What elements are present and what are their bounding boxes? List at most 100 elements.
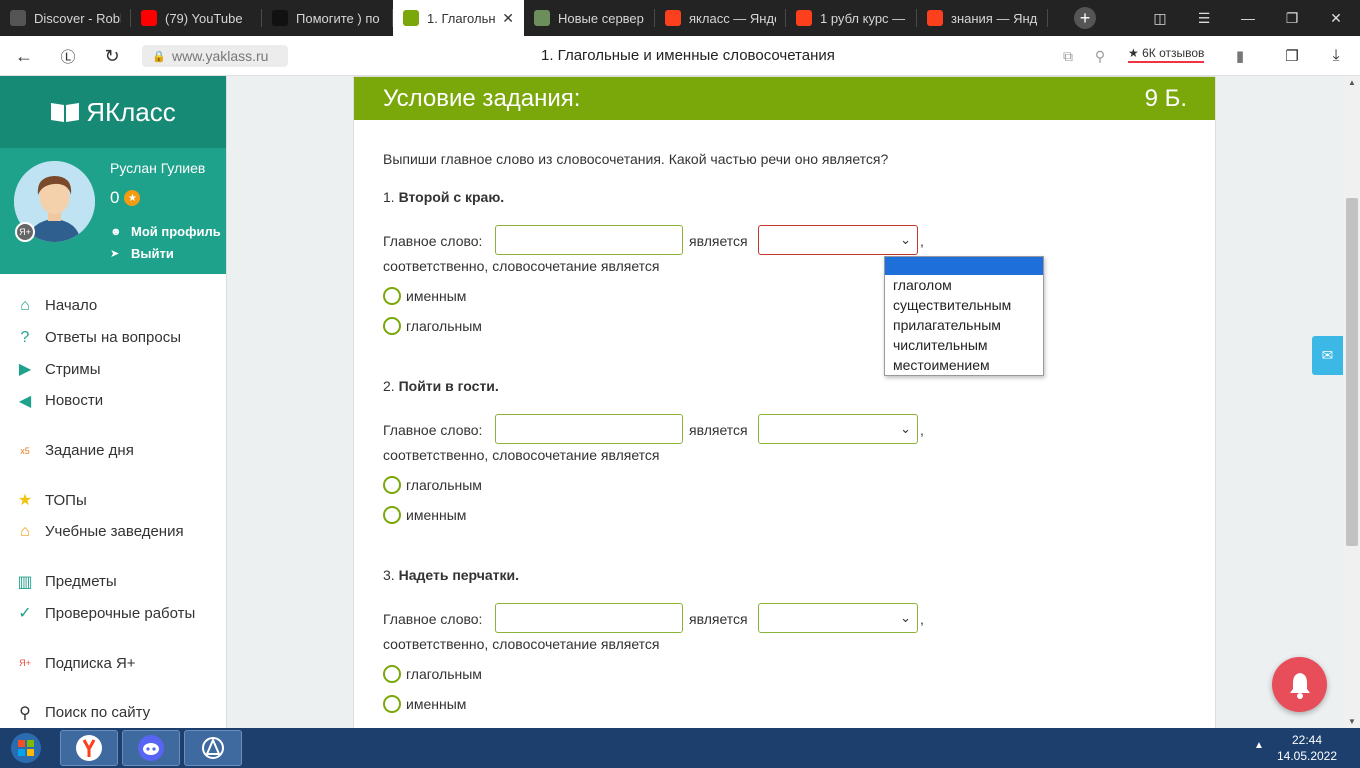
profile-link-label: Мой профиль	[131, 224, 221, 239]
logout-link[interactable]: ➤ Выйти	[110, 246, 174, 261]
comma-label: ,	[920, 233, 924, 249]
browser-tab[interactable]: Новые сервер	[524, 0, 655, 36]
browser-tab[interactable]: Discover - Roblox	[0, 0, 131, 36]
dropdown-option[interactable]	[885, 257, 1043, 275]
radio-label: именным	[406, 696, 467, 712]
system-clock[interactable]: 22:44 14.05.2022	[1272, 732, 1342, 764]
part-of-speech-select[interactable]: ⌄	[758, 225, 918, 255]
main-word-input[interactable]	[495, 414, 683, 444]
sidebar-item-label: ТОПы	[45, 491, 87, 509]
menu-icon[interactable]: ☰	[1182, 0, 1226, 36]
collections-icon[interactable]: ❐	[1280, 44, 1304, 68]
user-name[interactable]: Руслан Гулиев	[110, 160, 205, 176]
browser-tab[interactable]: Помогите ) по	[262, 0, 393, 36]
scroll-down-icon[interactable]: ▼	[1348, 717, 1356, 726]
sidebar-item[interactable]: ⚲ Поиск по сайту	[0, 697, 226, 729]
browser-tab[interactable]: знания — Янде	[917, 0, 1048, 36]
clock-date: 14.05.2022	[1276, 749, 1338, 763]
radio-option[interactable]: глагольным	[383, 317, 482, 335]
search-page-icon[interactable]: ⚲	[1088, 44, 1112, 68]
is-label: является	[689, 611, 748, 627]
radio-option[interactable]: глагольным	[383, 476, 482, 494]
taskbar-yandex-browser[interactable]	[60, 730, 118, 766]
sidebar-item[interactable]: ✓ Проверочные работы	[0, 598, 226, 630]
yandex-icon	[927, 10, 943, 26]
main-word-input[interactable]	[495, 225, 683, 255]
is-label: является	[689, 422, 748, 438]
sidebar-item[interactable]: ★ ТОПы	[0, 484, 226, 516]
dropdown-option[interactable]: глаголом	[885, 275, 1043, 295]
browser-tab[interactable]: 1 рубл курс —	[786, 0, 917, 36]
clock-time: 22:44	[1291, 733, 1323, 747]
dropdown-option[interactable]: прилагательным	[885, 315, 1043, 335]
close-tab-icon[interactable]: ✕	[502, 10, 514, 27]
sidebar-item[interactable]: x5 Задание дня	[0, 435, 226, 467]
sidebar-item[interactable]: Я+ Подписка Я+	[0, 647, 226, 679]
sidebar-item[interactable]: ▥ Предметы	[0, 566, 226, 598]
restore-icon[interactable]: ❐	[1270, 0, 1314, 36]
radio-circle-icon	[383, 665, 401, 683]
new-tab-button[interactable]: +	[1074, 7, 1096, 29]
browser-tab[interactable]: якласс — Янде	[655, 0, 786, 36]
radio-option[interactable]: именным	[383, 287, 466, 305]
taskbar-discord[interactable]	[122, 730, 180, 766]
radio-circle-icon	[383, 695, 401, 713]
sidebar-item[interactable]: ◀ Новости	[0, 385, 226, 417]
znanija-icon	[272, 10, 288, 26]
accordingly-label: соответственно, словосочетание является	[383, 258, 660, 274]
dropdown-option[interactable]: числительным	[885, 335, 1043, 355]
bookmark-icon[interactable]: ▮	[1228, 44, 1252, 68]
dropdown-option[interactable]: местоимением	[885, 355, 1043, 375]
start-button[interactable]	[6, 730, 46, 766]
scroll-up-icon[interactable]: ▲	[1348, 78, 1356, 87]
sidebar-item[interactable]: ⌂ Начало	[0, 290, 226, 322]
profile-link[interactable]: ☻ Мой профиль	[110, 224, 221, 239]
taskbar-app[interactable]	[184, 730, 242, 766]
task-header-title: Условие задания:	[383, 84, 581, 112]
download-icon[interactable]: ⤓	[1324, 44, 1348, 68]
minimize-icon[interactable]: —	[1226, 0, 1270, 36]
radio-option[interactable]: глагольным	[383, 665, 482, 683]
scroll-thumb[interactable]	[1346, 198, 1358, 546]
tab-title: 1. Глагольн	[427, 10, 496, 26]
browser-tab[interactable]: (79) YouTube	[131, 0, 262, 36]
address-bar: ← Ⓛ ↻ 🔒 www.yaklass.ru 1. Глагольные и и…	[0, 36, 1360, 76]
sidebar-menu: ⌂ Начало? Ответы на вопросы ▶ Стримы ◀ Новости…	[0, 274, 226, 729]
radio-label: глагольным	[406, 477, 482, 493]
part-of-speech-select[interactable]: ⌄	[758, 603, 918, 633]
url-field[interactable]: 🔒 www.yaklass.ru	[142, 45, 288, 67]
books-icon: ▥	[17, 573, 33, 591]
tab-title: Discover - Roblox	[34, 10, 121, 26]
reviews-badge[interactable]: ★ 6К отзывов	[1128, 46, 1205, 63]
page-scrollbar[interactable]: ▲ ▼	[1344, 76, 1360, 728]
radio-option[interactable]: именным	[383, 506, 466, 524]
reload-icon[interactable]: ↻	[100, 44, 124, 68]
sidebar: ЯКласс Я+ Руслан Гулиев 0 ★ ☻ Мой профил…	[0, 76, 227, 728]
browser-tab[interactable]: 1. Глагольн ✕	[393, 0, 524, 36]
sidebar-item[interactable]: ⌂ Учебные заведения	[0, 516, 226, 548]
megaphone-icon: ◀	[18, 392, 32, 410]
copy-icon[interactable]: ⧉	[1056, 44, 1080, 68]
yandex-home-icon[interactable]: Ⓛ	[56, 44, 80, 68]
roblox-icon	[10, 10, 26, 26]
sidebar-item[interactable]: ? Ответы на вопросы	[0, 322, 226, 354]
star-icon: ★	[1128, 46, 1139, 60]
reviews-text: 6К отзывов	[1142, 46, 1205, 60]
radio-label: именным	[406, 507, 467, 523]
logout-link-label: Выйти	[131, 246, 174, 261]
main-content: Условие задания: 9 Б. Выпиши главное сло…	[228, 76, 1344, 728]
yaklass-logo[interactable]: ЯКласс	[0, 76, 226, 148]
tray-arrow-icon[interactable]: ▲	[1254, 740, 1264, 751]
close-window-icon[interactable]: ✕	[1314, 0, 1358, 36]
back-icon[interactable]: ←	[12, 44, 36, 68]
sidebar-item[interactable]: ▶ Стримы	[0, 353, 226, 385]
notification-bell-button[interactable]	[1272, 657, 1327, 712]
dropdown-option[interactable]: существительным	[885, 295, 1043, 315]
feedback-mail-button[interactable]: ✉	[1312, 336, 1343, 375]
radio-option[interactable]: именным	[383, 695, 466, 713]
yandex-browser-icon	[76, 735, 102, 761]
yandex-icon	[796, 10, 812, 26]
main-word-input[interactable]	[495, 603, 683, 633]
tabs-menu-icon[interactable]: ◫	[1138, 0, 1182, 36]
part-of-speech-select[interactable]: ⌄	[758, 414, 918, 444]
